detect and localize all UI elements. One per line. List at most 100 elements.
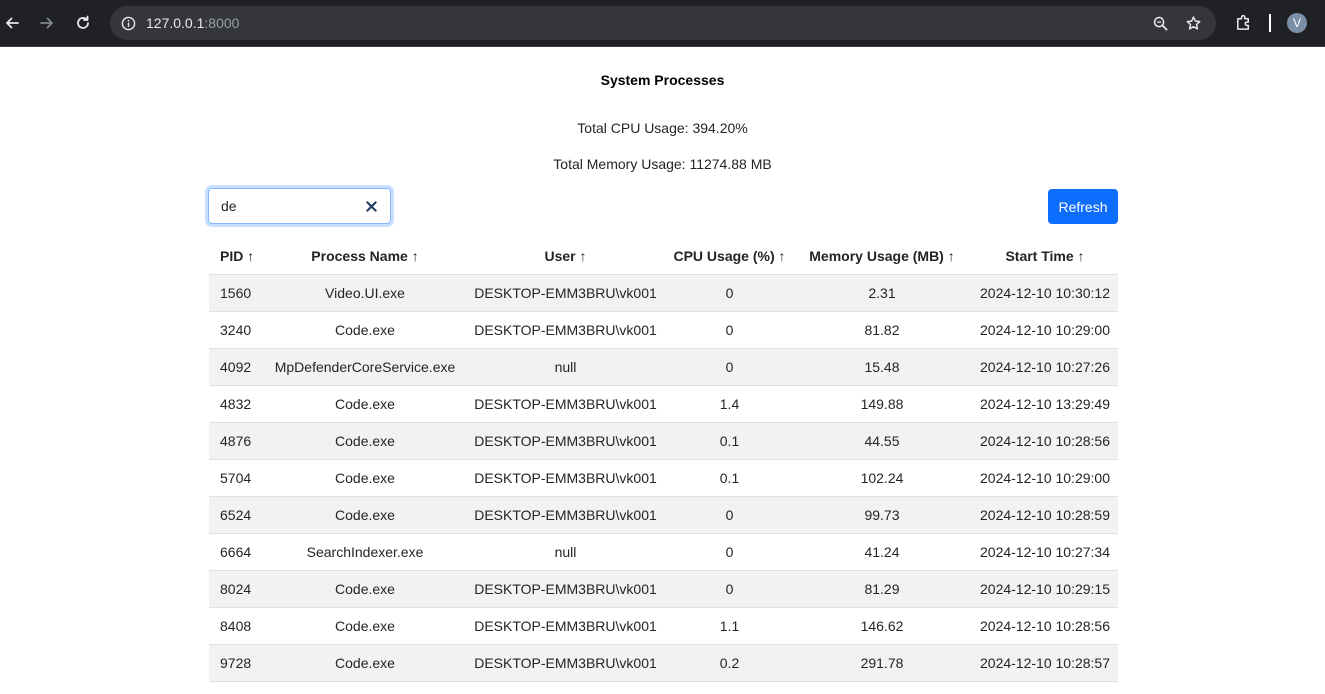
cell-process-name: Code.exe xyxy=(266,496,464,534)
cell-start-time: 2024-12-10 10:27:26 xyxy=(972,348,1118,386)
toolbar-divider xyxy=(1269,14,1271,32)
cell-memory-usage: 44.55 xyxy=(792,422,972,460)
cell-process-name: Code.exe xyxy=(266,459,464,497)
site-info-icon[interactable] xyxy=(119,14,137,32)
cell-cpu-usage: 0.1 xyxy=(667,459,792,497)
table-row: 8408 Code.exe DESKTOP-EMM3BRU\vk001 1.1 … xyxy=(209,607,1118,645)
cell-start-time: 2024-12-10 10:29:15 xyxy=(972,570,1118,608)
cell-process-name: Code.exe xyxy=(266,422,464,460)
cell-cpu-usage: 0 xyxy=(667,274,792,312)
zoom-icon[interactable] xyxy=(1151,14,1169,32)
back-arrow-icon[interactable] xyxy=(0,11,24,35)
cell-user: null xyxy=(464,533,667,571)
total-cpu-usage: Total CPU Usage: 394.20% xyxy=(577,120,748,136)
cell-pid: 3240 xyxy=(209,311,266,349)
cell-memory-usage: 81.82 xyxy=(792,311,972,349)
cell-process-name: SearchIndexer.exe xyxy=(266,533,464,571)
cell-pid: 4876 xyxy=(209,422,266,460)
cell-cpu-usage: 0 xyxy=(667,533,792,571)
cell-start-time: 2024-12-10 10:28:59 xyxy=(972,496,1118,534)
cell-start-time: 2024-12-10 10:30:12 xyxy=(972,274,1118,312)
address-bar[interactable]: 127.0.0.1:8000 xyxy=(110,6,1216,40)
extensions-icon[interactable] xyxy=(1233,12,1253,32)
profile-avatar[interactable]: V xyxy=(1287,13,1307,33)
bookmark-star-icon[interactable] xyxy=(1184,14,1202,32)
page-title: System Processes xyxy=(600,72,725,88)
cell-memory-usage: 99.73 xyxy=(792,496,972,534)
cell-pid: 6524 xyxy=(209,496,266,534)
cell-memory-usage: 81.29 xyxy=(792,570,972,608)
table-row: 6524 Code.exe DESKTOP-EMM3BRU\vk001 0 99… xyxy=(209,496,1118,534)
cell-user: DESKTOP-EMM3BRU\vk001 xyxy=(464,274,667,312)
cell-cpu-usage: 1.4 xyxy=(667,385,792,423)
table-row: 4092 MpDefenderCoreService.exe null 0 15… xyxy=(209,348,1118,386)
cell-cpu-usage: 0 xyxy=(667,311,792,349)
cell-cpu-usage: 0.2 xyxy=(667,644,792,682)
cell-pid: 9728 xyxy=(209,644,266,682)
table-row: 8024 Code.exe DESKTOP-EMM3BRU\vk001 0 81… xyxy=(209,570,1118,608)
total-memory-usage: Total Memory Usage: 11274.88 MB xyxy=(553,156,772,172)
table-row: 3240 Code.exe DESKTOP-EMM3BRU\vk001 0 81… xyxy=(209,311,1118,349)
table-body: 1560 Video.UI.exe DESKTOP-EMM3BRU\vk001 … xyxy=(209,274,1118,682)
cell-pid: 4832 xyxy=(209,385,266,423)
cell-memory-usage: 102.24 xyxy=(792,459,972,497)
cell-user: DESKTOP-EMM3BRU\vk001 xyxy=(464,422,667,460)
refresh-button[interactable]: Refresh xyxy=(1048,189,1118,224)
cell-memory-usage: 146.62 xyxy=(792,607,972,645)
cell-pid: 5704 xyxy=(209,459,266,497)
table-row: 5704 Code.exe DESKTOP-EMM3BRU\vk001 0.1 … xyxy=(209,459,1118,497)
column-header-memory-usage[interactable]: Memory Usage (MB) ↑ xyxy=(792,238,972,275)
cell-memory-usage: 41.24 xyxy=(792,533,972,571)
cell-cpu-usage: 1.1 xyxy=(667,607,792,645)
url-port: :8000 xyxy=(204,15,240,31)
table-row: 4832 Code.exe DESKTOP-EMM3BRU\vk001 1.4 … xyxy=(209,385,1118,423)
cell-user: DESKTOP-EMM3BRU\vk001 xyxy=(464,644,667,682)
cell-memory-usage: 149.88 xyxy=(792,385,972,423)
search-field xyxy=(208,188,391,224)
cell-process-name: Code.exe xyxy=(266,607,464,645)
column-header-start-time[interactable]: Start Time ↑ xyxy=(972,238,1118,275)
cell-process-name: Code.exe xyxy=(266,570,464,608)
reload-icon[interactable] xyxy=(71,11,95,35)
cell-pid: 1560 xyxy=(209,274,266,312)
browser-toolbar: 127.0.0.1:8000 V xyxy=(0,0,1325,47)
cell-cpu-usage: 0 xyxy=(667,570,792,608)
column-header-user[interactable]: User ↑ xyxy=(464,238,667,275)
cell-start-time: 2024-12-10 10:27:34 xyxy=(972,533,1118,571)
column-header-cpu-usage[interactable]: CPU Usage (%) ↑ xyxy=(667,238,792,275)
cell-start-time: 2024-12-10 10:29:00 xyxy=(972,459,1118,497)
cell-start-time: 2024-12-10 10:28:56 xyxy=(972,607,1118,645)
cell-process-name: Code.exe xyxy=(266,644,464,682)
cell-start-time: 2024-12-10 13:29:49 xyxy=(972,385,1118,423)
cell-process-name: Code.exe xyxy=(266,385,464,423)
cell-pid: 4092 xyxy=(209,348,266,386)
cell-process-name: Video.UI.exe xyxy=(266,274,464,312)
cell-user: DESKTOP-EMM3BRU\vk001 xyxy=(464,385,667,423)
forward-arrow-icon[interactable] xyxy=(35,11,59,35)
cell-user: DESKTOP-EMM3BRU\vk001 xyxy=(464,459,667,497)
cell-user: DESKTOP-EMM3BRU\vk001 xyxy=(464,607,667,645)
column-header-process-name[interactable]: Process Name ↑ xyxy=(266,238,464,275)
process-table: PID ↑ Process Name ↑ User ↑ CPU Usage (%… xyxy=(209,238,1118,682)
cell-pid: 6664 xyxy=(209,533,266,571)
table-row: 6664 SearchIndexer.exe null 0 41.24 2024… xyxy=(209,533,1118,571)
cell-start-time: 2024-12-10 10:29:00 xyxy=(972,311,1118,349)
cell-memory-usage: 291.78 xyxy=(792,644,972,682)
cell-cpu-usage: 0 xyxy=(667,348,792,386)
url-text: 127.0.0.1:8000 xyxy=(146,14,239,32)
column-header-pid[interactable]: PID ↑ xyxy=(209,238,266,275)
cell-memory-usage: 15.48 xyxy=(792,348,972,386)
cell-process-name: Code.exe xyxy=(266,311,464,349)
cell-cpu-usage: 0.1 xyxy=(667,422,792,460)
cell-process-name: MpDefenderCoreService.exe xyxy=(266,348,464,386)
cell-cpu-usage: 0 xyxy=(667,496,792,534)
cell-user: DESKTOP-EMM3BRU\vk001 xyxy=(464,496,667,534)
cell-pid: 8024 xyxy=(209,570,266,608)
url-host: 127.0.0.1 xyxy=(146,15,205,31)
cell-start-time: 2024-12-10 10:28:56 xyxy=(972,422,1118,460)
cell-user: DESKTOP-EMM3BRU\vk001 xyxy=(464,311,667,349)
clear-search-icon[interactable] xyxy=(364,199,378,213)
search-input[interactable] xyxy=(209,189,371,223)
table-row: 4876 Code.exe DESKTOP-EMM3BRU\vk001 0.1 … xyxy=(209,422,1118,460)
cell-user: DESKTOP-EMM3BRU\vk001 xyxy=(464,570,667,608)
